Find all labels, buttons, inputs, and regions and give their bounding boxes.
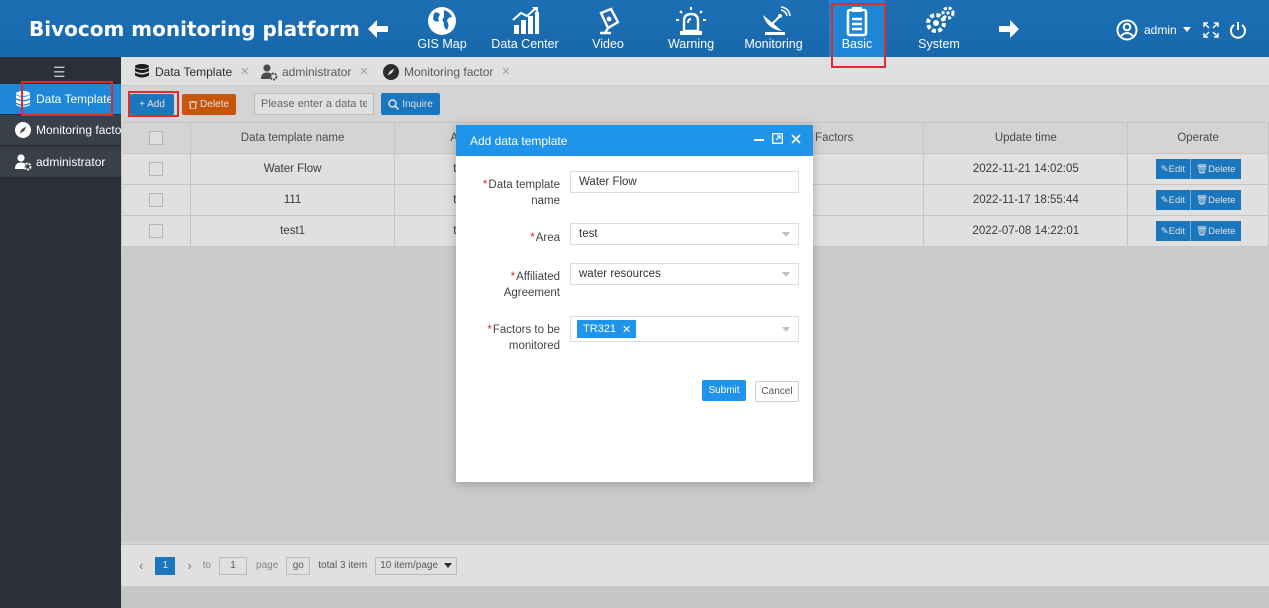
row-delete-button[interactable]: 🗑 Delete [1191,159,1241,179]
fullscreen-icon[interactable] [1202,22,1219,38]
nav-left-arrow-icon[interactable] [366,18,390,40]
prev-page-icon[interactable]: ‹ [139,558,143,573]
agreement-select[interactable]: water resources [570,263,799,285]
nav-system[interactable]: System [912,0,966,57]
alarm-light-icon [676,7,706,35]
col-name: Data template name [190,122,396,154]
compass-icon [383,63,399,80]
sidebar: ☰ Data Template Monitoring factor admini… [0,57,125,608]
nav-basic[interactable]: Basic [829,0,885,57]
user-gear-icon [261,63,278,80]
close-icon[interactable] [791,133,801,144]
nav-video[interactable]: Video [584,0,632,57]
brand-title: Bivocom monitoring platform [29,17,360,41]
user-name[interactable]: admin [1144,23,1177,37]
user-area: admin [1116,19,1247,41]
nav-data-center[interactable]: Data Center [489,0,561,57]
tab-administrator[interactable]: administrator ✕ [260,57,369,86]
add-button[interactable]: + Add [130,94,174,115]
sidebar-item-data-template[interactable]: Data Template [0,84,121,114]
footer-bar [121,586,1269,608]
close-icon[interactable]: ✕ [359,65,368,78]
row-delete-button[interactable]: 🗑 Delete [1191,221,1241,241]
tab-data-template[interactable]: Data Template ✕ [133,57,249,86]
chevron-down-icon[interactable] [1182,27,1191,33]
tab-monitoring-factor[interactable]: Monitoring factor ✕ [382,57,511,86]
gears-icon [926,6,955,33]
compass-icon [15,122,31,138]
tab-bar: Data Template ✕ administrator ✕ Monitori… [121,57,1269,86]
chevron-down-icon [782,232,790,237]
col-update-time: Update time [923,122,1129,154]
database-icon [16,91,30,107]
search-input[interactable] [254,93,374,115]
nav-right-arrow-icon[interactable] [997,18,1021,40]
nav-warning[interactable]: Warning [662,0,720,57]
search-icon [388,98,400,110]
factors-multiselect[interactable]: TR321 ✕ [570,316,799,342]
delete-button[interactable]: Delete [182,94,236,115]
database-icon [135,63,149,77]
sidebar-item-administrator[interactable]: administrator [0,147,121,177]
submit-button[interactable]: Submit [702,380,746,401]
edit-button[interactable]: ✎ Edit [1155,190,1192,210]
close-icon[interactable]: ✕ [501,65,510,78]
globe-icon [428,7,456,35]
add-data-template-dialog: Add data template *Data template name Wat… [456,125,813,482]
sidebar-item-monitoring-factor[interactable]: Monitoring factor [0,115,125,145]
menu-toggle-icon[interactable]: ☰ [53,64,66,81]
edit-button[interactable]: ✎ Edit [1155,159,1192,179]
cancel-button[interactable]: Cancel [755,381,799,402]
top-header: Bivocom monitoring platform GIS Map Data… [0,0,1269,57]
select-all-checkbox[interactable] [149,131,164,145]
bar-chart-icon [512,7,539,34]
chevron-down-icon [782,272,790,277]
close-icon[interactable]: ✕ [240,65,249,78]
template-name-input[interactable]: Water Flow [570,171,799,193]
area-select[interactable]: test [570,223,799,245]
factor-tag: TR321 ✕ [577,320,637,338]
goto-page-input[interactable]: 1 [219,556,248,575]
user-avatar-icon[interactable] [1116,19,1138,41]
page-size-select[interactable]: 10 item/page [375,556,458,575]
maximize-icon[interactable] [772,133,783,144]
trash-icon [189,100,198,109]
row-checkbox[interactable] [149,193,164,207]
dialog-header: Add data template [456,125,813,156]
pagination: ‹ 1 › to 1 page go total 3 item 10 item/… [121,544,1269,586]
inquire-button[interactable]: Inquire [381,93,440,115]
minimize-icon[interactable] [754,134,764,144]
dialog-title: Add data template [470,133,568,148]
satellite-dish-icon [762,6,791,35]
chevron-down-icon [444,562,453,568]
col-operate: Operate [1127,122,1269,154]
chevron-down-icon [782,327,790,332]
page-current[interactable]: 1 [155,556,176,575]
go-button[interactable]: go [286,556,311,575]
toolbar: + Add Delete Inquire [121,86,1269,122]
user-gear-icon [15,154,32,171]
row-checkbox[interactable] [149,224,164,238]
power-icon[interactable] [1229,21,1247,39]
row-delete-button[interactable]: 🗑 Delete [1191,190,1241,210]
nav-gis-map[interactable]: GIS Map [413,0,471,57]
clipboard-icon [846,7,868,37]
tag-remove-icon[interactable]: ✕ [622,323,631,336]
nav-monitoring[interactable]: Monitoring [740,0,807,57]
row-checkbox[interactable] [149,162,164,176]
camera-icon [599,7,620,35]
edit-button[interactable]: ✎ Edit [1155,221,1192,241]
next-page-icon[interactable]: › [187,558,191,573]
